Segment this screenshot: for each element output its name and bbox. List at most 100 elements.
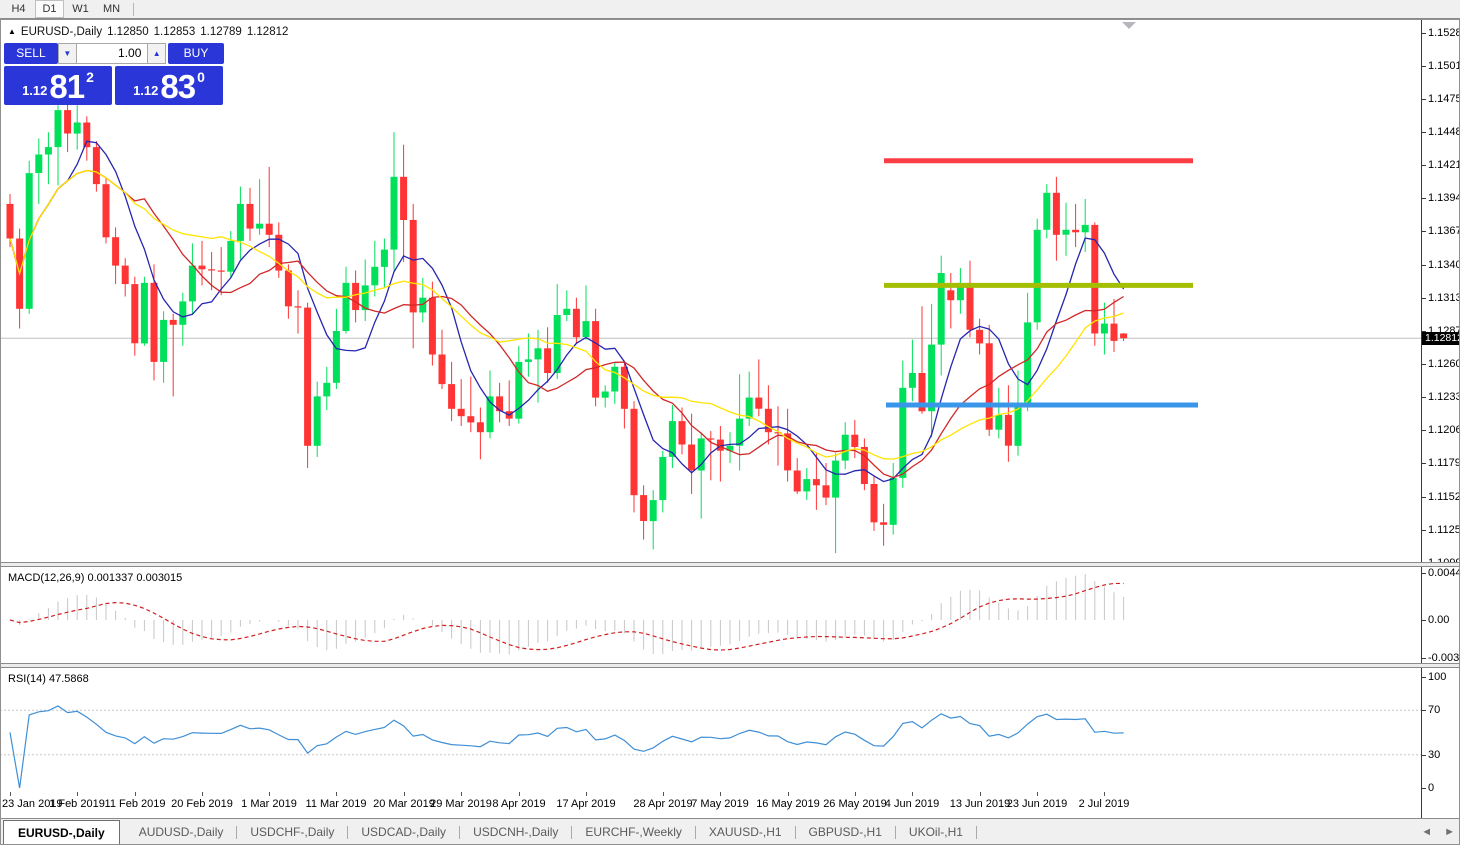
date-tick — [135, 792, 136, 796]
pane-splitter[interactable] — [0, 562, 1460, 567]
quote-header: ▲ EURUSD-,Daily 1.12850 1.12853 1.12789 1.128… — [8, 26, 293, 38]
tab-usdchf-daily[interactable]: USDCHF-,Daily — [237, 819, 347, 845]
quote-open: 1.12850 — [107, 26, 149, 38]
date-axis-label: 16 May 2019 — [754, 798, 822, 810]
sell-price-sup: 2 — [86, 69, 94, 85]
pane-splitter[interactable] — [0, 663, 1460, 668]
price-axis-label: 1.15285 — [1422, 27, 1460, 40]
quote-high: 1.12853 — [154, 26, 196, 38]
macd-label: MACD(12,26,9) 0.001337 0.003015 — [8, 572, 182, 584]
macd-axis-label: 0.00 — [1422, 614, 1460, 627]
tab-eurusd-daily[interactable]: EURUSD-,Daily — [3, 820, 120, 845]
timeframe-toolbar: H4D1W1MN — [0, 0, 1460, 19]
tab-xauusd-h1[interactable]: XAUUSD-,H1 — [696, 819, 795, 845]
one-click-trade-panel: SELL ▼ 1.00 ▲ BUY 1.12812 1.12830 — [4, 43, 224, 105]
chart-scroll-marker-icon — [1122, 22, 1136, 29]
date-tick — [461, 792, 462, 796]
price-axis-label: 1.11255 — [1422, 524, 1460, 537]
date-axis-label: 7 May 2019 — [686, 798, 754, 810]
price-axis-label: 1.14480 — [1422, 126, 1460, 139]
buy-price-sup: 0 — [197, 69, 205, 85]
rsi-pane[interactable]: RSI(14) 47.5868 — [0, 668, 1421, 793]
sell-price-big: 81 — [49, 71, 84, 102]
volume-decrease-stepper[interactable]: ▼ — [58, 43, 77, 64]
date-tick — [855, 792, 856, 796]
timeframe-button-mn[interactable]: MN — [97, 0, 126, 18]
buy-price-display[interactable]: 1.12830 — [115, 66, 223, 105]
toolbar-separator — [133, 3, 134, 16]
symbol-title: EURUSD-,Daily — [21, 26, 102, 38]
date-axis-label: 2 Jul 2019 — [1070, 798, 1138, 810]
buy-price-prefix: 1.12 — [133, 83, 158, 98]
date-tick — [1037, 792, 1038, 796]
price-axis-label: 1.11795 — [1422, 457, 1460, 470]
tab-ukoil-h1[interactable]: UKOil-,H1 — [896, 819, 976, 845]
volume-input[interactable]: 1.00 — [77, 43, 148, 64]
date-tick — [586, 792, 587, 796]
volume-increase-stepper[interactable]: ▲ — [147, 43, 166, 64]
macd-signal-line — [10, 583, 1124, 650]
date-axis-label: 23 Jun 2019 — [1003, 798, 1071, 810]
macd-chart[interactable] — [0, 567, 1421, 663]
date-tick — [77, 792, 78, 796]
price-axis-label: 1.12330 — [1422, 391, 1460, 404]
tab-gbpusd-h1[interactable]: GBPUSD-,H1 — [796, 819, 895, 845]
date-axis-label: 17 Apr 2019 — [552, 798, 620, 810]
date-axis-label: 4 Jun 2019 — [878, 798, 946, 810]
rsi-axis-label: 70 — [1422, 704, 1460, 717]
scroll-tabs-left-icon[interactable]: ◄ — [1421, 824, 1432, 840]
date-axis-label: 20 Feb 2019 — [168, 798, 236, 810]
date-tick — [663, 792, 664, 796]
macd-pane[interactable]: MACD(12,26,9) 0.001337 0.003015 — [0, 567, 1421, 663]
price-axis-label: 1.12600 — [1422, 358, 1460, 371]
price-axis-label: 1.11525 — [1422, 491, 1460, 504]
tab-usdcad-daily[interactable]: USDCAD-,Daily — [348, 819, 459, 845]
chart-tab-bar: EURUSD-,Daily AUDUSD-,DailyUSDCHF-,Daily… — [0, 818, 1460, 845]
rsi-label: RSI(14) 47.5868 — [8, 673, 89, 685]
tab-separator — [976, 826, 977, 839]
price-axis-label: 1.14210 — [1422, 159, 1460, 172]
price-axis[interactable]: 1.12812 1.152851.150151.147501.144801.14… — [1421, 20, 1460, 818]
tab-audusd-daily[interactable]: AUDUSD-,Daily — [126, 819, 237, 845]
date-tick — [720, 792, 721, 796]
tab-usdcnh-daily[interactable]: USDCNH-,Daily — [460, 819, 571, 845]
timeframe-button-d1[interactable]: D1 — [35, 0, 64, 18]
sell-button[interactable]: SELL — [4, 43, 58, 64]
rsi-axis-label: 100 — [1422, 671, 1460, 684]
date-tick — [202, 792, 203, 796]
date-tick — [912, 792, 913, 796]
buy-button[interactable]: BUY — [168, 43, 224, 64]
date-axis-label: 11 Mar 2019 — [302, 798, 370, 810]
quote-low: 1.12789 — [200, 26, 242, 38]
quote-close: 1.12812 — [247, 26, 289, 38]
rsi-line — [10, 706, 1124, 788]
macd-axis-label: 0.004465 — [1422, 567, 1460, 580]
macd-histogram — [10, 574, 1124, 654]
price-chart-pane[interactable]: ▲EURUSD-,Daily1.128501.128531.127891.128… — [0, 20, 1421, 562]
up-triangle-icon: ▲ — [8, 27, 16, 36]
date-tick — [10, 792, 11, 796]
date-tick — [980, 792, 981, 796]
date-tick — [269, 792, 270, 796]
date-tick — [519, 792, 520, 796]
current-price-tag: 1.12812 — [1422, 332, 1460, 345]
rsi-chart[interactable] — [0, 668, 1421, 792]
tab-eurchf-weekly[interactable]: EURCHF-,Weekly — [572, 819, 694, 845]
candlesticks — [7, 99, 1128, 553]
date-tick — [788, 792, 789, 796]
timeframe-button-w1[interactable]: W1 — [66, 0, 95, 18]
price-axis-label: 1.13675 — [1422, 225, 1460, 238]
date-tick — [404, 792, 405, 796]
sell-price-display[interactable]: 1.12812 — [4, 66, 112, 105]
price-axis-label: 1.13405 — [1422, 259, 1460, 272]
date-tick — [1104, 792, 1105, 796]
date-axis-label: 11 Feb 2019 — [101, 798, 169, 810]
rsi-axis-label: 30 — [1422, 749, 1460, 762]
price-axis-label: 1.15015 — [1422, 60, 1460, 73]
date-axis-label: 1 Mar 2019 — [235, 798, 303, 810]
date-axis-label: 8 Apr 2019 — [485, 798, 553, 810]
scroll-tabs-right-icon[interactable]: ► — [1444, 824, 1455, 840]
rsi-axis-label: 0 — [1422, 782, 1460, 795]
timeframe-button-h4[interactable]: H4 — [4, 0, 33, 18]
date-axis[interactable]: 23 Jan 20191 Feb 201911 Feb 201920 Feb 2… — [0, 792, 1460, 818]
